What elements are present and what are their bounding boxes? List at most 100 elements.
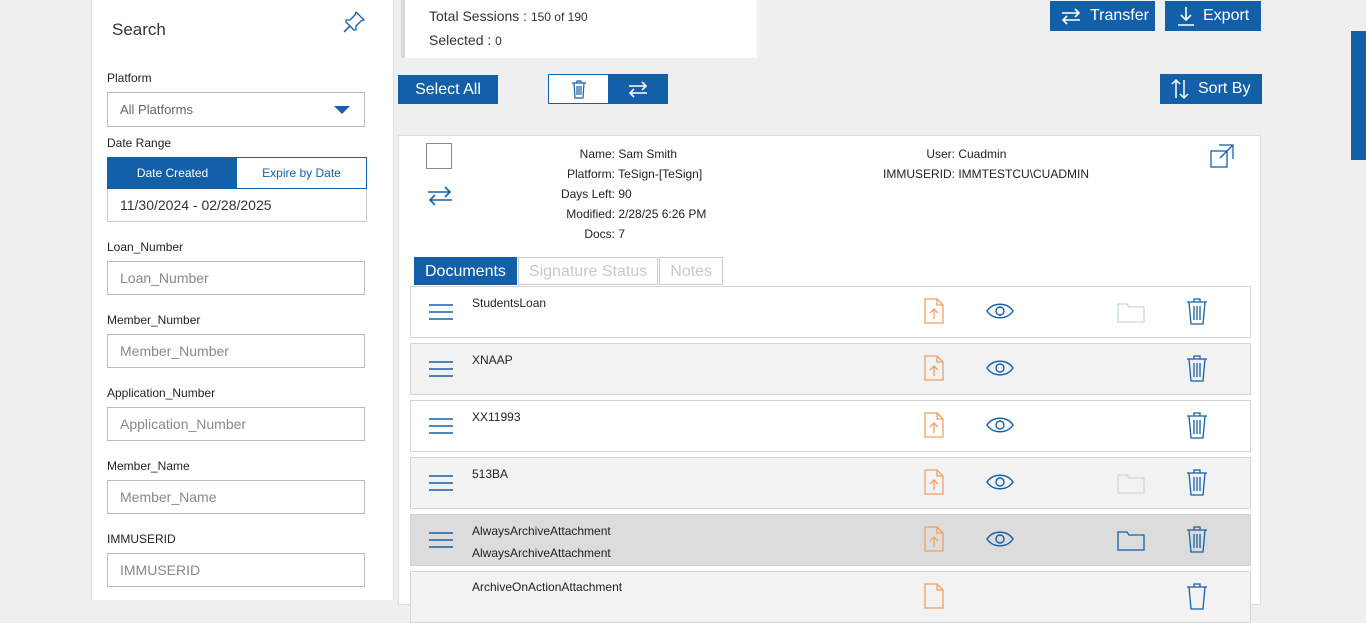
- document-row[interactable]: AlwaysArchiveAttachment AlwaysArchiveAtt…: [410, 514, 1251, 566]
- date-range-input[interactable]: 11/30/2024 - 02/28/2025: [107, 189, 367, 222]
- days-left-label: Days Left:: [560, 187, 615, 201]
- document-name: StudentsLoan: [472, 296, 547, 310]
- folder-icon[interactable]: [1117, 529, 1145, 551]
- upload-file-icon[interactable]: [923, 525, 945, 553]
- date-range-label: Date Range: [107, 136, 172, 150]
- tab-notes[interactable]: Notes: [659, 257, 724, 285]
- drag-handle-icon[interactable]: [428, 302, 454, 322]
- document-row[interactable]: StudentsLoan: [410, 286, 1251, 338]
- trash-icon[interactable]: [1186, 411, 1208, 439]
- eye-icon[interactable]: [986, 473, 1014, 491]
- docs-value: 7: [618, 227, 626, 241]
- total-sessions-value: 150 of 190: [530, 10, 588, 24]
- transfer-icon[interactable]: [426, 184, 454, 208]
- trash-icon[interactable]: [1186, 468, 1208, 496]
- member-name-label: Member_Name: [107, 459, 190, 473]
- chevron-down-icon: [334, 106, 350, 114]
- upload-file-icon[interactable]: [923, 297, 945, 325]
- search-panel: Search Platform All Platforms Date Range…: [91, 0, 394, 600]
- tab-documents[interactable]: Documents: [414, 257, 517, 285]
- drag-handle-icon[interactable]: [428, 530, 454, 550]
- session-summary: Total Sessions : 150 of 190 Selected : 0: [401, 0, 757, 58]
- transfer-icon: [1061, 8, 1081, 25]
- platform-select[interactable]: All Platforms: [107, 92, 365, 127]
- trash-icon[interactable]: [1186, 297, 1208, 325]
- session-meta-right: User: Cuadmin IMMUSERID: IMMTESTCU\CUADM…: [869, 144, 1089, 184]
- bulk-delete-button[interactable]: [549, 75, 608, 103]
- document-row[interactable]: XNAAP: [410, 343, 1251, 395]
- selected-value: 0: [495, 34, 502, 48]
- platform-select-value: All Platforms: [120, 102, 193, 117]
- immuserid-input[interactable]: IMMUSERID: [107, 553, 365, 587]
- session-checkbox[interactable]: [426, 143, 452, 169]
- drag-handle-icon[interactable]: [428, 416, 454, 436]
- days-left-value: 90: [618, 187, 632, 201]
- loan-number-input[interactable]: Loan_Number: [107, 261, 365, 295]
- application-number-label: Application_Number: [107, 386, 216, 400]
- immuserid-label: IMMUSERID: [107, 532, 176, 546]
- loan-number-label: Loan_Number: [107, 240, 184, 254]
- upload-file-icon[interactable]: [923, 354, 945, 382]
- drag-handle-icon[interactable]: [428, 473, 454, 493]
- trash-icon[interactable]: [1186, 525, 1208, 553]
- sort-by-button[interactable]: Sort By: [1160, 74, 1262, 104]
- eye-icon[interactable]: [986, 359, 1014, 377]
- immuserid-meta-value: IMMTESTCU\CUADMIN: [958, 167, 1090, 181]
- eye-icon[interactable]: [986, 302, 1014, 320]
- scrollbar-thumb[interactable]: [1351, 31, 1366, 160]
- drag-handle-icon[interactable]: [428, 359, 454, 379]
- sort-icon: [1171, 78, 1189, 100]
- document-subname: AlwaysArchiveAttachment: [472, 546, 611, 560]
- eye-icon[interactable]: [986, 530, 1014, 548]
- document-name: AlwaysArchiveAttachment: [472, 524, 611, 538]
- name-value: Sam Smith: [618, 147, 678, 161]
- total-sessions-label: Total Sessions :: [429, 8, 528, 24]
- bulk-transfer-button[interactable]: [608, 75, 667, 103]
- platform-label: Platform: [107, 71, 152, 85]
- tab-signature-status[interactable]: Signature Status: [517, 257, 659, 285]
- member-number-input[interactable]: Member_Number: [107, 334, 365, 368]
- selected-count: Selected : 0: [429, 32, 502, 48]
- transfer-icon: [628, 81, 647, 98]
- eye-icon[interactable]: [986, 416, 1014, 434]
- member-name-input[interactable]: Member_Name: [107, 480, 365, 514]
- docs-label: Docs:: [584, 227, 615, 241]
- trash-icon[interactable]: [1186, 582, 1208, 610]
- export-button[interactable]: Export: [1165, 1, 1261, 31]
- application-number-input[interactable]: Application_Number: [107, 407, 365, 441]
- name-label: Name:: [579, 147, 615, 161]
- member-number-label: Member_Number: [107, 313, 201, 327]
- document-name: ArchiveOnActionAttachment: [472, 580, 623, 594]
- upload-file-icon[interactable]: [923, 468, 945, 496]
- session-card: Name: Sam Smith Platform: TeSign-[TeSign…: [398, 135, 1261, 623]
- upload-file-icon[interactable]: [923, 411, 945, 439]
- session-meta-left: Name: Sam Smith Platform: TeSign-[TeSign…: [539, 144, 706, 244]
- folder-icon[interactable]: [1117, 301, 1145, 323]
- document-row[interactable]: XX11993: [410, 400, 1251, 452]
- folder-icon[interactable]: [1117, 472, 1145, 494]
- document-name: XX11993: [472, 410, 521, 424]
- transfer-button[interactable]: Transfer: [1050, 1, 1155, 31]
- open-external-icon[interactable]: [1209, 143, 1235, 169]
- platform-meta-value: TeSign-[TeSign]: [618, 167, 703, 181]
- document-name: XNAAP: [472, 353, 513, 367]
- selected-label: Selected :: [429, 32, 492, 48]
- export-label: Export: [1203, 7, 1250, 24]
- total-sessions: Total Sessions : 150 of 190: [429, 8, 588, 24]
- search-title: Search: [112, 20, 166, 39]
- document-row[interactable]: ArchiveOnActionAttachment: [410, 571, 1251, 623]
- transfer-label: Transfer: [1090, 7, 1149, 24]
- trash-icon[interactable]: [1186, 354, 1208, 382]
- expire-by-date-tab[interactable]: Expire by Date: [237, 158, 366, 188]
- trash-icon: [571, 80, 586, 99]
- document-name: 513BA: [472, 467, 509, 481]
- date-created-tab[interactable]: Date Created: [108, 158, 237, 188]
- select-all-button[interactable]: Select All: [398, 75, 498, 104]
- user-label: User:: [926, 147, 955, 161]
- document-row[interactable]: 513BA: [410, 457, 1251, 509]
- download-icon: [1178, 7, 1194, 26]
- platform-meta-label: Platform:: [566, 167, 615, 181]
- pin-icon[interactable]: [342, 10, 366, 34]
- upload-file-icon[interactable]: [923, 582, 945, 610]
- modified-label: Modified:: [566, 207, 615, 221]
